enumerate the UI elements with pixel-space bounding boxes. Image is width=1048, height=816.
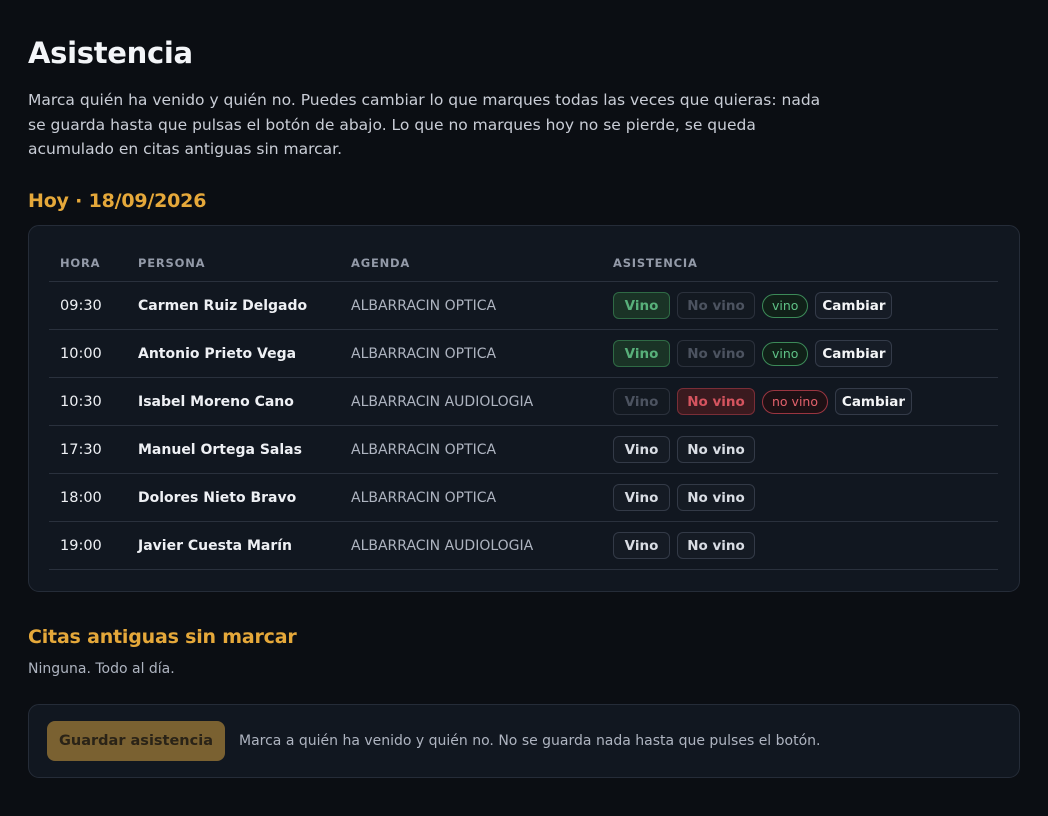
cell-persona: Dolores Nieto Bravo [138,473,351,522]
cell-asistencia: Vino No vino [613,521,998,570]
vino-button[interactable]: Vino [613,340,670,367]
vino-button[interactable]: Vino [613,436,670,463]
status-badge: no vino [762,389,828,414]
cell-persona: Antonio Prieto Vega [138,329,351,378]
table-row: 10:30 Isabel Moreno Cano ALBARRACIN AUDIOL… [49,377,998,426]
attendance-page: Asistencia Marca quién ha venido y quién… [0,0,1048,778]
table-row: 17:30 Manuel Ortega Salas ALBARRACIN OPTIC… [49,425,998,474]
change-button[interactable]: Cambiar [815,292,893,319]
cell-agenda: ALBARRACIN AUDIOLOGIA [351,377,613,426]
attendance-controls: Vino No vino vino Cambiar [613,292,998,319]
attendance-rows: 09:30 Carmen Ruiz Delgado ALBARRACIN OPTIC… [49,281,998,570]
today-table-card: HORA PERSONA AGENDA ASISTENCIA 09:30 Carm… [28,224,1020,592]
cell-asistencia: Vino No vino [613,425,998,474]
cell-agenda: ALBARRACIN OPTICA [351,425,613,474]
old-section-text: Ninguna. Todo al día. [28,660,175,677]
attendance-controls: Vino No vino vino Cambiar [613,340,998,367]
attendance-controls: Vino No vino [613,484,998,511]
cell-hora: 17:30 [49,425,138,474]
save-bar: Guardar asistencia Marca a quién ha veni… [28,703,1020,778]
vino-button[interactable]: Vino [613,292,670,319]
cell-asistencia: Vino No vino vino Cambiar [613,281,998,330]
column-header-persona: PERSONA [138,245,351,282]
save-attendance-button[interactable]: Guardar asistencia [47,720,225,761]
cell-agenda: ALBARRACIN OPTICA [351,473,613,522]
today-section-title: Hoy · 18/09/2026 [28,189,207,212]
no-vino-button[interactable]: No vino [677,484,755,511]
change-button[interactable]: Cambiar [834,388,912,415]
vino-button[interactable]: Vino [613,484,670,511]
cell-persona: Manuel Ortega Salas [138,425,351,474]
no-vino-button[interactable]: No vino [677,388,755,415]
table-row: 19:00 Javier Cuesta Marín ALBARRACIN AUDIO… [49,521,998,570]
cell-hora: 09:30 [49,281,138,330]
cell-persona: Isabel Moreno Cano [138,377,351,426]
vino-button[interactable]: Vino [613,532,670,559]
save-hint: Marca a quién ha venido y quién no. No s… [239,732,821,749]
no-vino-button[interactable]: No vino [677,532,755,559]
cell-hora: 10:00 [49,329,138,378]
table-row: 18:00 Dolores Nieto Bravo ALBARRACIN OPTIC… [49,473,998,522]
table-row: 10:00 Antonio Prieto Vega ALBARRACIN OPTIC… [49,329,998,378]
cell-asistencia: Vino No vino [613,473,998,522]
cell-persona: Carmen Ruiz Delgado [138,281,351,330]
cell-hora: 19:00 [49,521,138,570]
status-badge: vino [762,293,809,318]
cell-hora: 10:30 [49,377,138,426]
table-row: 09:30 Carmen Ruiz Delgado ALBARRACIN OPTIC… [49,281,998,330]
cell-agenda: ALBARRACIN OPTICA [351,329,613,378]
no-vino-button[interactable]: No vino [677,436,755,463]
vino-button[interactable]: Vino [613,388,670,415]
cell-asistencia: Vino No vino no vino Cambiar [613,377,998,426]
page-title: Asistencia [28,36,193,70]
table-header-row: HORA PERSONA AGENDA ASISTENCIA [49,245,998,282]
cell-asistencia: Vino No vino vino Cambiar [613,329,998,378]
old-section-title: Citas antiguas sin marcar [28,625,297,648]
attendance-controls: Vino No vino [613,532,998,559]
attendance-table: HORA PERSONA AGENDA ASISTENCIA 09:30 Carm… [49,245,998,570]
attendance-controls: Vino No vino [613,436,998,463]
no-vino-button[interactable]: No vino [677,292,755,319]
column-header-agenda: AGENDA [351,245,613,282]
status-badge: vino [762,341,809,366]
cell-agenda: ALBARRACIN AUDIOLOGIA [351,521,613,570]
column-header-hora: HORA [49,245,138,282]
cell-persona: Javier Cuesta Marín [138,521,351,570]
page-intro: Marca quién ha venido y quién no. Puedes… [28,91,821,158]
attendance-controls: Vino No vino no vino Cambiar [613,388,998,415]
cell-agenda: ALBARRACIN OPTICA [351,281,613,330]
cell-hora: 18:00 [49,473,138,522]
no-vino-button[interactable]: No vino [677,340,755,367]
change-button[interactable]: Cambiar [815,340,893,367]
column-header-asistencia: ASISTENCIA [613,245,998,282]
